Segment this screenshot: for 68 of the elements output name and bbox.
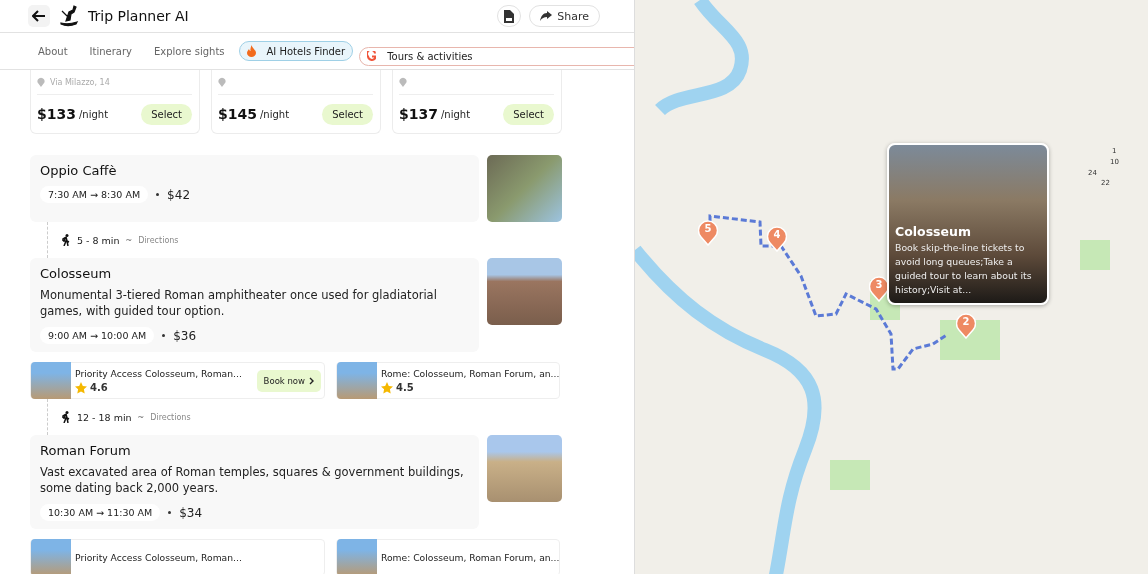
hotel-price: $145: [218, 106, 257, 122]
stop-description: Vast excavated area of Roman temples, squares & government buildings, some dating back 2,000 years.: [40, 464, 465, 496]
back-arrow-icon: [32, 10, 46, 22]
stop-name: Colosseum: [40, 266, 113, 281]
price-unit: /night: [440, 108, 471, 120]
share-button[interactable]: Share: [529, 5, 600, 27]
popup-title: Colosseum: [895, 224, 972, 239]
share-arrow-icon: [540, 11, 553, 21]
tour-card[interactable]: Priority Access Colosseum, Roman... 4.6 Book now: [30, 362, 325, 399]
hotel-price: $133: [37, 106, 76, 122]
price-unit: /night: [78, 108, 109, 120]
tab[interactable]: Explore sights: [146, 41, 233, 61]
g-logo-icon: [367, 50, 377, 62]
walk-duration: 5 - 8 min: [77, 234, 120, 246]
book-now-button[interactable]: Book now: [256, 369, 321, 392]
photo-placeholder: [337, 539, 377, 574]
back-button[interactable]: [28, 5, 50, 27]
export-button[interactable]: [497, 5, 522, 27]
select-button[interactable]: Select: [141, 103, 192, 125]
star-icon: [381, 381, 393, 394]
time-range: 10:30 AM → 11:30 AM: [40, 504, 161, 521]
stop-description: Monumental 3-tiered Roman amphitheater once used for gladiatorial games, with guided tour option.: [40, 287, 438, 319]
chevron-right-icon: [309, 376, 314, 385]
separator-dot: [162, 334, 166, 337]
separator-dot: [168, 511, 172, 514]
map-popup[interactable]: Colosseum Book skip-the-line tickets to avoid long queues;Take a guided tour to learn about its history;Visit at...: [887, 143, 1049, 305]
tour-rating: 4.5: [396, 382, 414, 393]
logo-icon: [58, 5, 80, 27]
hotel-price: $137: [399, 106, 438, 122]
tour-card[interactable]: Rome: Colosseum, Roman Forum, an... 4.5: [336, 362, 560, 399]
select-button[interactable]: Select: [503, 103, 554, 125]
tab[interactable]: Itinerary: [81, 41, 140, 61]
popup-text: Book skip-the-line tickets to avoid long queues;Take a guided tour to learn about its history;Visit at...: [895, 241, 1033, 297]
directions-link[interactable]: Directions: [150, 412, 191, 422]
walking-person-icon: [61, 411, 71, 423]
tab[interactable]: About: [30, 41, 76, 61]
separator-dot: [156, 193, 160, 196]
tab[interactable]: AI Hotels Finder: [238, 41, 354, 61]
star-icon: [75, 381, 87, 394]
select-button[interactable]: Select: [322, 103, 373, 125]
directions-link[interactable]: Directions: [138, 235, 179, 245]
stop-name: Oppio Caffè: [40, 163, 118, 178]
time-range: 7:30 AM → 8:30 AM: [40, 186, 149, 203]
stop-price: $42: [167, 187, 190, 202]
location-pin-icon: [37, 77, 45, 87]
photo-placeholder: [31, 539, 71, 574]
tour-rating: 4.6: [90, 382, 108, 393]
stop-price: $36: [173, 328, 197, 343]
stop-price: $34: [179, 505, 203, 520]
tour-title: Priority Access Colosseum, Roman...: [75, 367, 243, 379]
location-pin-icon: [218, 77, 226, 87]
photo-placeholder: [31, 362, 71, 399]
separator-text: ~: [125, 235, 133, 245]
tour-card[interactable]: Priority Access Colosseum, Roman...: [30, 539, 325, 574]
tour-card[interactable]: Rome: Colosseum, Roman Forum, an...: [336, 539, 560, 574]
app-title: Trip Planner AI: [88, 8, 189, 24]
price-unit: /night: [259, 108, 290, 120]
flame-icon: [246, 45, 256, 57]
hotel-address: Via Milazzo, 14: [50, 77, 110, 87]
stop-name: Roman Forum: [40, 443, 132, 458]
photo-placeholder: [337, 362, 377, 399]
document-icon: [504, 9, 515, 23]
location-pin-icon: [399, 77, 407, 87]
walk-duration: 12 - 18 min: [77, 411, 132, 423]
time-range: 9:00 AM → 10:00 AM: [40, 327, 155, 344]
separator-text: ~: [137, 412, 145, 422]
tour-title: Priority Access Colosseum, Roman...: [75, 552, 243, 563]
walking-person-icon: [61, 234, 71, 246]
